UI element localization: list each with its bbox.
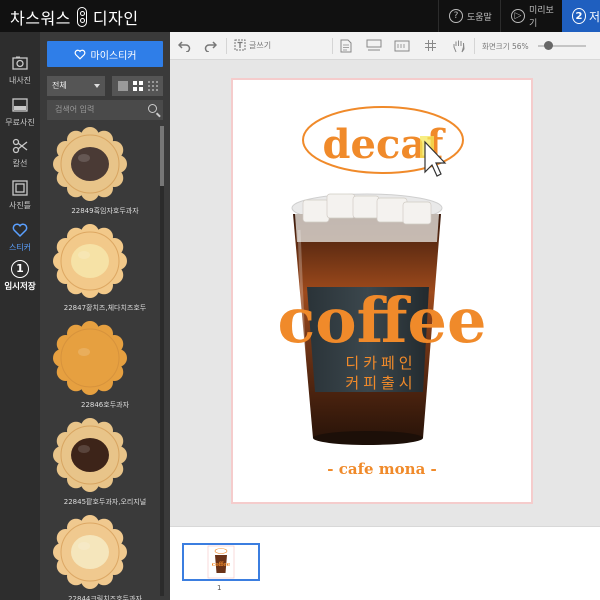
scissors-icon — [12, 138, 28, 154]
brand-mark-icon — [76, 7, 87, 27]
my-sticker-button[interactable]: 마이스티커 — [47, 41, 163, 67]
brand-logo[interactable]: 차스워스 디자인 — [10, 5, 139, 29]
search-icon[interactable] — [148, 104, 157, 113]
page-number: 1 — [217, 584, 222, 592]
cafe-name-footer[interactable]: - cafe mona - — [327, 460, 436, 478]
toolbar-divider — [332, 38, 333, 54]
sticker-item[interactable]: 22844크림치즈호두과자 — [40, 514, 170, 600]
thumbnail-title: coffee — [212, 562, 231, 568]
editor-toolbar: 글쓰기 화면크기 56% — [170, 32, 600, 60]
question-icon: ? — [449, 9, 463, 23]
save-step-button[interactable]: 2 저 — [562, 0, 600, 32]
step-one-icon: 1 — [11, 260, 29, 278]
rail-item-sticker[interactable]: 스티커 — [0, 217, 40, 259]
top-header: 차스워스 디자인 ? 도움말 ▷ 미리보기 2 저 — [0, 0, 600, 32]
rail-item-my-photos[interactable]: 내사진 — [0, 50, 40, 92]
rail-label: 스티커 — [8, 243, 32, 252]
text-field-icon[interactable] — [394, 39, 410, 53]
redo-icon[interactable] — [204, 40, 217, 52]
rail-item-cut-line[interactable]: 칼선 — [0, 133, 40, 175]
rail-item-photo-frame[interactable]: 사진틀 — [0, 175, 40, 217]
rail-item-temp-save[interactable]: 1 임시저장 — [0, 257, 40, 299]
chevron-down-icon — [94, 84, 100, 88]
undo-icon[interactable] — [178, 40, 191, 52]
view-toggle — [112, 76, 163, 96]
hand-pan-icon[interactable] — [452, 39, 466, 53]
zoom-label: 화면크기 56% — [482, 42, 529, 51]
category-select-value: 전체 — [52, 81, 67, 90]
walnut-cake-icon — [53, 224, 127, 298]
heart-icon — [12, 223, 28, 238]
rail-item-free-photos[interactable]: 무료사진 — [0, 92, 40, 134]
sticker-caption: 22844크림치즈호두과자 — [68, 595, 142, 600]
grid-icon[interactable] — [424, 39, 437, 52]
walnut-cake-icon — [53, 515, 127, 589]
rail-label: 내사진 — [8, 76, 32, 85]
sticker-item[interactable]: 22845팥호두과자,오리지널 — [40, 417, 170, 513]
korean-copy-line-1[interactable]: 디카페인 — [345, 354, 416, 372]
category-select[interactable]: 전체 — [47, 76, 105, 96]
toolbar-divider — [474, 38, 475, 54]
sticker-caption: 22849흑임자호두과자 — [71, 207, 139, 215]
small-grid-view-icon[interactable] — [147, 81, 158, 91]
zoom-slider-handle[interactable] — [544, 41, 553, 50]
design-artwork: decaf coffee 디카페인 커피출시 - cafe mona - — [278, 106, 487, 478]
sticker-caption: 22845팥호두과자,오리지널 — [63, 498, 147, 506]
page-thumbnail-preview: coffee — [207, 545, 235, 579]
walnut-cake-icon — [53, 127, 127, 201]
text-tool-button[interactable]: 글쓰기 — [234, 39, 271, 51]
korean-copy-line-2[interactable]: 커피출시 — [345, 374, 416, 392]
search-placeholder: 검색어 입력 — [55, 105, 95, 114]
layout-icon[interactable] — [366, 39, 382, 53]
rail-label: 칼선 — [12, 159, 28, 168]
brand-suffix: 디자인 — [92, 9, 139, 28]
rail-label: 무료사진 — [5, 118, 35, 127]
help-button[interactable]: ? 도움말 — [438, 0, 500, 32]
page-thumbnail-strip: coffee 1 — [170, 526, 600, 600]
help-label: 도움말 — [467, 12, 492, 23]
free-photo-icon — [12, 98, 28, 112]
preview-label: 미리보기 — [528, 6, 554, 29]
step-two-icon: 2 — [572, 8, 586, 24]
sticker-item[interactable]: 22846호두과자 — [40, 320, 170, 416]
frame-icon — [12, 180, 28, 196]
toolbar-divider — [226, 38, 227, 54]
walnut-cake-icon — [53, 321, 127, 395]
sticker-panel: 마이스티커 전체 검색어 입력 22849흑임자호두과자 22847황치즈,체다… — [40, 32, 170, 600]
rail-label: 사진틀 — [8, 201, 32, 210]
heart-icon — [74, 49, 85, 60]
rail-label: 임시저장 — [4, 282, 36, 292]
text-box-icon — [234, 39, 246, 51]
my-sticker-label: 마이스티커 — [90, 50, 137, 62]
sticker-caption: 22847황치즈,체다치즈호두 — [63, 304, 147, 312]
sticker-list: 22849흑임자호두과자 22847황치즈,체다치즈호두 22846호두과자 2… — [40, 126, 170, 600]
document-icon[interactable] — [340, 39, 352, 53]
text-tool-label: 글쓰기 — [249, 40, 272, 50]
preview-button[interactable]: ▷ 미리보기 — [500, 0, 562, 32]
sticker-search-input[interactable]: 검색어 입력 — [47, 100, 163, 120]
sticker-item[interactable]: 22849흑임자호두과자 — [40, 126, 170, 222]
grid-view-icon[interactable] — [132, 81, 143, 91]
brand-name: 차스워스 — [10, 9, 71, 28]
camera-icon — [12, 56, 28, 70]
coffee-title[interactable]: coffee — [278, 284, 487, 357]
left-icon-rail: 내사진 무료사진 칼선 사진틀 스티커 1 임시저장 — [0, 32, 40, 600]
app-window: 차스워스 디자인 ? 도움말 ▷ 미리보기 2 저 내사진 무료사진 칼선 사진… — [0, 0, 600, 600]
page-thumbnail[interactable]: coffee — [182, 543, 260, 581]
large-view-icon[interactable] — [117, 81, 128, 91]
scrollbar-thumb[interactable] — [160, 126, 164, 186]
sticker-item[interactable]: 22847황치즈,체다치즈호두 — [40, 223, 170, 319]
save-label: 저 — [588, 9, 600, 24]
walnut-cake-icon — [53, 418, 127, 492]
play-icon: ▷ — [511, 9, 525, 23]
sticker-scrollbar[interactable] — [160, 126, 164, 596]
design-page[interactable]: decaf coffee 디카페인 커피출시 - cafe mona - — [231, 78, 533, 504]
sticker-caption: 22846호두과자 — [80, 401, 130, 409]
